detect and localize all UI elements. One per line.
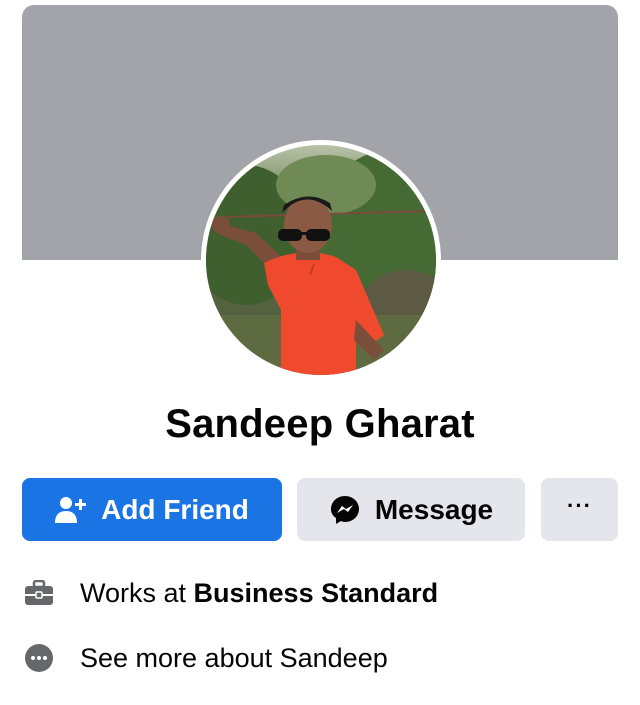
message-button[interactable]: Message [297, 478, 525, 541]
work-company-link[interactable]: Business Standard [194, 578, 439, 608]
messenger-icon [329, 494, 361, 526]
add-friend-label: Add Friend [101, 493, 249, 525]
message-label: Message [374, 493, 494, 525]
add-friend-button[interactable]: Add Friend [22, 478, 282, 541]
add-friend-icon [55, 496, 87, 524]
see-more-label[interactable]: See more about Sandeep [80, 643, 388, 674]
see-more-row[interactable]: See more about Sandeep [22, 638, 622, 678]
more-options-button[interactable]: ··· [541, 478, 618, 541]
work-prefix: Works at [80, 577, 194, 608]
more-info-icon [22, 643, 56, 673]
profile-photo-image [206, 145, 436, 375]
profile-photo[interactable] [206, 145, 436, 375]
work-text: Works at Business Standard [80, 578, 438, 609]
work-info-row: Works at Business Standard [22, 573, 622, 613]
profile-name: Sandeep Gharat [165, 402, 475, 446]
briefcase-icon [22, 580, 56, 606]
more-options-label: ··· [567, 492, 592, 518]
